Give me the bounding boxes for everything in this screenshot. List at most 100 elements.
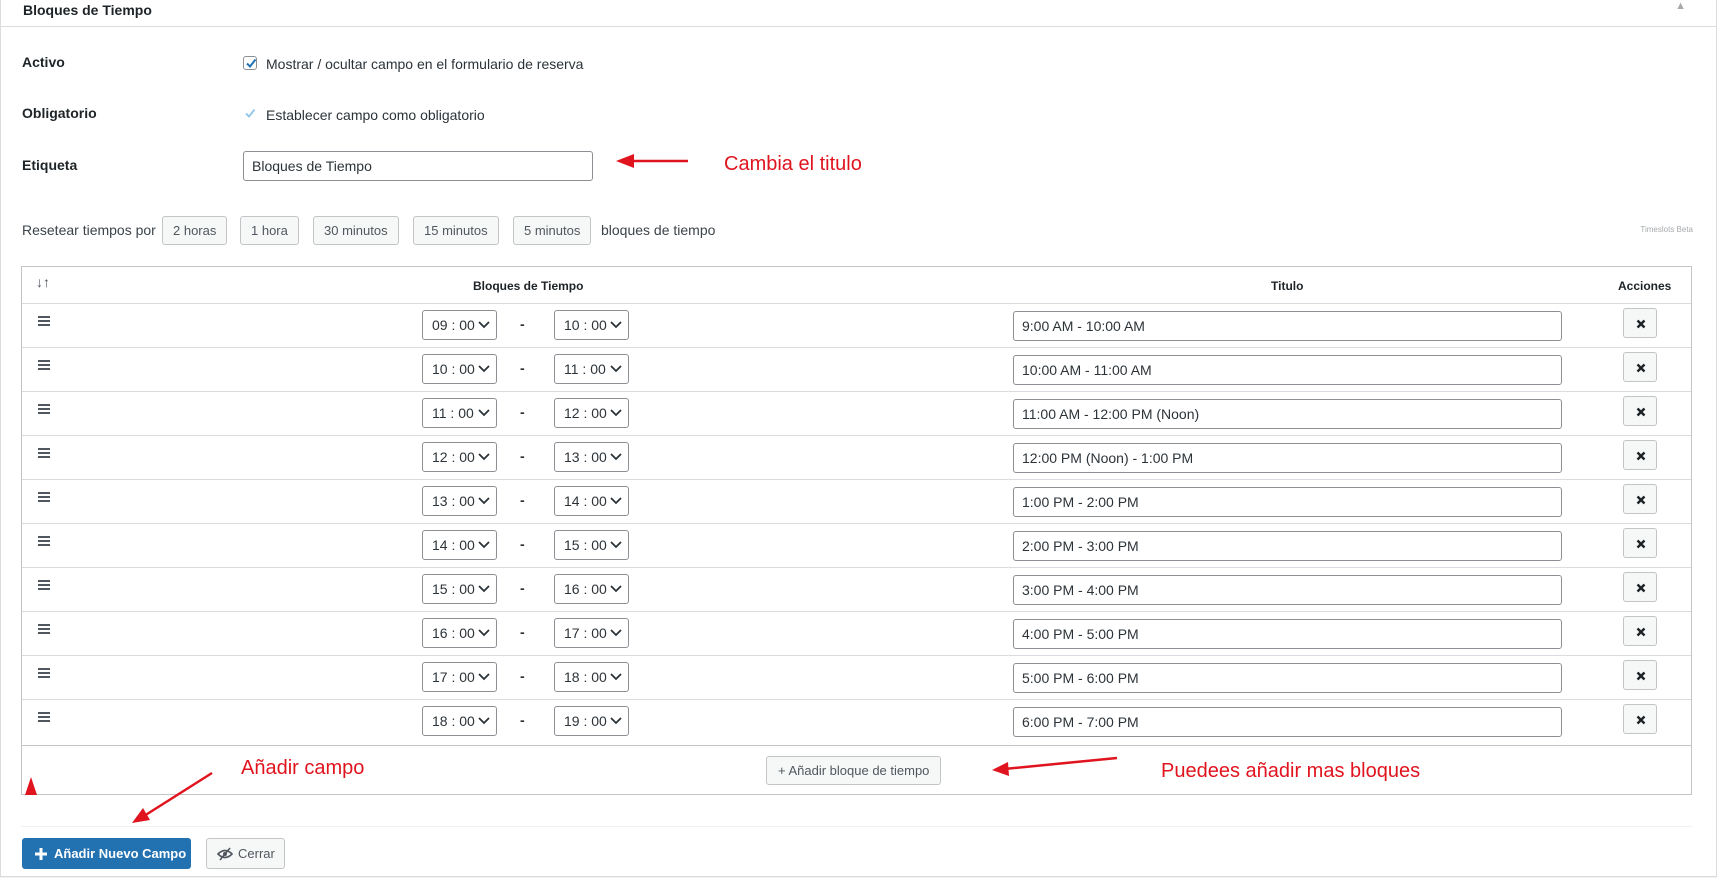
end-time-value: 14 : 00 [564, 493, 607, 509]
end-time-select[interactable]: 16 : 00 [554, 574, 629, 604]
chevron-down-icon [610, 409, 622, 417]
close-icon [1636, 363, 1646, 373]
chevron-down-icon [610, 629, 622, 637]
hide-eye-icon [217, 847, 233, 861]
delete-slot-button[interactable] [1623, 440, 1657, 470]
delete-slot-button[interactable] [1623, 484, 1657, 514]
chevron-down-icon [610, 541, 622, 549]
range-separator: - [520, 536, 525, 552]
start-time-select[interactable]: 09 : 00 [422, 310, 497, 340]
start-time-select[interactable]: 13 : 00 [422, 486, 497, 516]
table-row: 14 : 00 - 15 : 00 [22, 523, 1691, 568]
delete-slot-button[interactable] [1623, 616, 1657, 646]
end-time-select[interactable]: 19 : 00 [554, 706, 629, 736]
end-time-select[interactable]: 11 : 00 [554, 354, 629, 384]
slot-title-input[interactable] [1013, 707, 1562, 737]
chevron-down-icon [478, 585, 490, 593]
reset-5-minutes-button[interactable]: 5 minutos [513, 216, 592, 245]
drag-handle-icon[interactable] [37, 622, 51, 636]
close-icon [1636, 627, 1646, 637]
end-time-value: 18 : 00 [564, 669, 607, 685]
start-time-select[interactable]: 12 : 00 [422, 442, 497, 472]
close-button[interactable]: Cerrar [206, 838, 285, 869]
active-checkbox[interactable] [243, 56, 257, 70]
close-icon [1636, 583, 1646, 593]
chevron-down-icon [478, 365, 490, 373]
drag-handle-icon[interactable] [37, 666, 51, 680]
drag-handle-icon[interactable] [37, 534, 51, 548]
slot-title-input[interactable] [1013, 531, 1562, 561]
panel-header[interactable]: Bloques de Tiempo ▲ [1, 0, 1716, 27]
sort-icon[interactable]: ↓↑ [36, 274, 50, 290]
drag-handle-icon[interactable] [37, 710, 51, 724]
drag-handle-icon[interactable] [37, 446, 51, 460]
required-checkbox-text: Establecer campo como obligatorio [266, 107, 485, 123]
end-time-select[interactable]: 15 : 00 [554, 530, 629, 560]
plus-icon [35, 848, 47, 860]
active-label: Activo [22, 54, 65, 70]
start-time-select[interactable]: 18 : 00 [422, 706, 497, 736]
end-time-value: 15 : 00 [564, 537, 607, 553]
slot-title-input[interactable] [1013, 487, 1562, 517]
end-time-select[interactable]: 18 : 00 [554, 662, 629, 692]
reset-2-hours-button[interactable]: 2 horas [162, 216, 228, 245]
start-time-select[interactable]: 14 : 00 [422, 530, 497, 560]
start-time-select[interactable]: 17 : 00 [422, 662, 497, 692]
add-new-field-button[interactable]: Añadir Nuevo Campo [22, 838, 191, 869]
slot-title-input[interactable] [1013, 443, 1562, 473]
reset-30-minutes-button[interactable]: 30 minutos [313, 216, 399, 245]
panel-title: Bloques de Tiempo [23, 2, 152, 18]
start-time-value: 17 : 00 [432, 669, 475, 685]
drag-handle-icon[interactable] [37, 578, 51, 592]
label-input[interactable] [243, 151, 593, 181]
start-time-select[interactable]: 10 : 00 [422, 354, 497, 384]
drag-handle-icon[interactable] [37, 358, 51, 372]
drag-handle-icon[interactable] [37, 402, 51, 416]
delete-slot-button[interactable] [1623, 352, 1657, 382]
slot-title-input[interactable] [1013, 619, 1562, 649]
slot-title-input[interactable] [1013, 575, 1562, 605]
end-time-select[interactable]: 12 : 00 [554, 398, 629, 428]
end-time-value: 13 : 00 [564, 449, 607, 465]
add-new-field-label: Añadir Nuevo Campo [54, 846, 187, 861]
delete-slot-button[interactable] [1623, 308, 1657, 338]
required-checkbox[interactable] [243, 107, 257, 121]
close-icon [1636, 319, 1646, 329]
start-time-select[interactable]: 11 : 00 [422, 398, 497, 428]
close-icon [1636, 715, 1646, 725]
required-label: Obligatorio [22, 105, 97, 121]
chevron-down-icon [478, 629, 490, 637]
drag-handle-icon[interactable] [37, 314, 51, 328]
table-row: 10 : 00 - 11 : 00 [22, 347, 1691, 392]
end-time-select[interactable]: 13 : 00 [554, 442, 629, 472]
range-separator: - [520, 492, 525, 508]
slot-title-input[interactable] [1013, 311, 1562, 341]
delete-slot-button[interactable] [1623, 704, 1657, 734]
end-time-select[interactable]: 10 : 00 [554, 310, 629, 340]
delete-slot-button[interactable] [1623, 572, 1657, 602]
close-icon [1636, 495, 1646, 505]
beta-label: Timeslots Beta [1640, 225, 1693, 234]
table-row: 12 : 00 - 13 : 00 [22, 435, 1691, 480]
chevron-down-icon [610, 321, 622, 329]
reset-15-minutes-button[interactable]: 15 minutos [413, 216, 499, 245]
delete-slot-button[interactable] [1623, 396, 1657, 426]
slot-title-input[interactable] [1013, 355, 1562, 385]
drag-handle-icon[interactable] [37, 490, 51, 504]
slot-title-input[interactable] [1013, 663, 1562, 693]
collapse-arrow-icon[interactable]: ▲ [1675, 0, 1686, 12]
slot-title-input[interactable] [1013, 399, 1562, 429]
start-time-select[interactable]: 16 : 00 [422, 618, 497, 648]
start-time-value: 15 : 00 [432, 581, 475, 597]
reset-1-hour-button[interactable]: 1 hora [240, 216, 299, 245]
delete-slot-button[interactable] [1623, 528, 1657, 558]
header-actions: Acciones [1618, 279, 1672, 293]
start-time-select[interactable]: 15 : 00 [422, 574, 497, 604]
range-separator: - [520, 448, 525, 464]
add-time-slot-button[interactable]: + Añadir bloque de tiempo [766, 756, 942, 785]
end-time-select[interactable]: 14 : 00 [554, 486, 629, 516]
reset-suffix: bloques de tiempo [601, 222, 716, 238]
delete-slot-button[interactable] [1623, 660, 1657, 690]
close-icon [1636, 671, 1646, 681]
end-time-select[interactable]: 17 : 00 [554, 618, 629, 648]
